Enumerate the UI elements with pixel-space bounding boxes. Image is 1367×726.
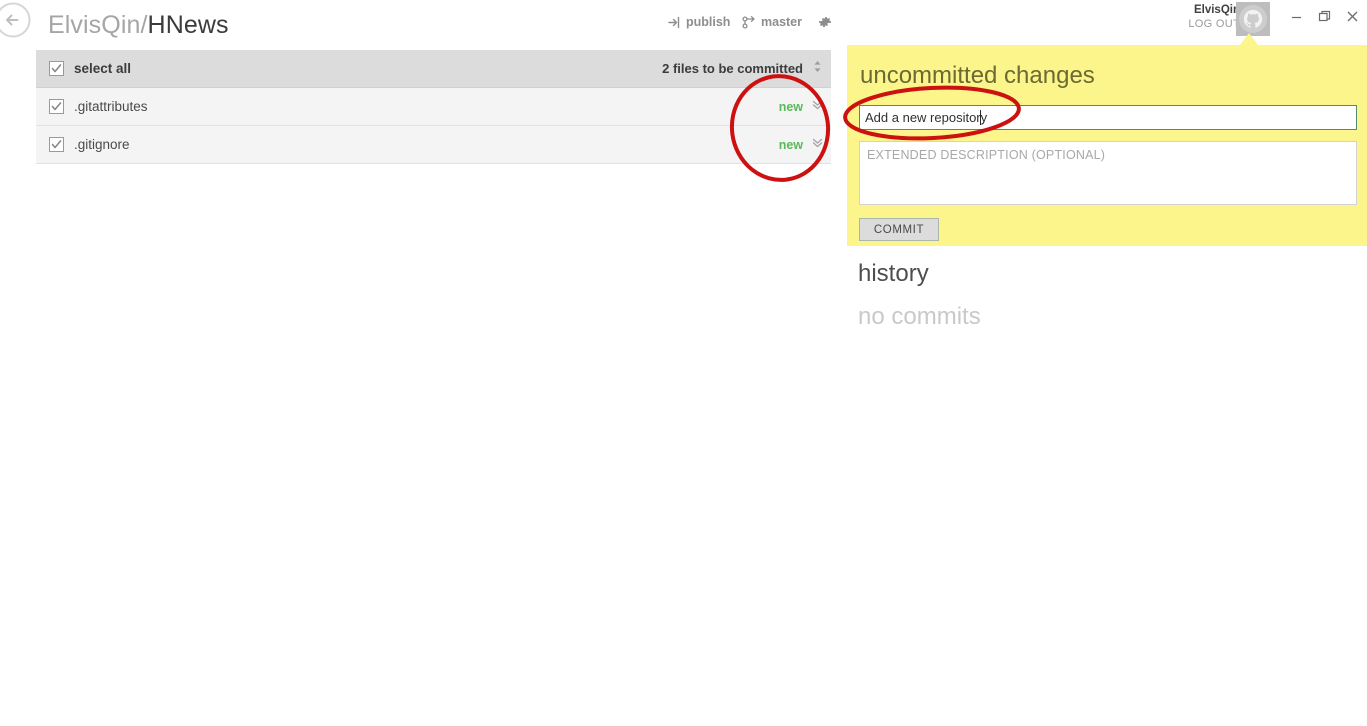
publish-label: publish (686, 15, 731, 29)
branch-label: master (761, 15, 802, 29)
changed-files-list: select all 2 files to be committed .gita… (36, 50, 831, 164)
history-title: history (858, 260, 929, 287)
commit-count-label: 2 files to be committed (662, 61, 803, 76)
file-checkbox[interactable] (49, 99, 64, 114)
back-arrow-icon[interactable] (0, 1, 32, 39)
table-row[interactable]: .gitattributes new (36, 88, 831, 126)
repo-owner: ElvisQin (48, 11, 141, 39)
logout-link[interactable]: LOG OUT (1160, 17, 1240, 31)
settings-button[interactable] (818, 15, 832, 29)
octocat-icon (1243, 9, 1263, 28)
panel-pointer-arrow (1240, 33, 1258, 45)
text-cursor (980, 110, 981, 125)
file-name: .gitignore (74, 137, 130, 152)
select-all-row[interactable]: select all 2 files to be committed (36, 50, 831, 88)
file-status-group: new (779, 98, 823, 116)
file-name: .gitattributes (74, 99, 148, 114)
publish-icon (668, 16, 681, 29)
maximize-icon[interactable] (1318, 10, 1331, 23)
branch-selector[interactable]: master (742, 15, 802, 29)
status-badge: new (778, 137, 803, 152)
file-checkbox[interactable] (49, 137, 64, 152)
history-empty-label: no commits (858, 303, 981, 330)
branch-icon (742, 15, 756, 29)
file-status-group: new (779, 136, 823, 154)
title-bar: ElvisQin/HNews publish master ElvisQin L… (0, 0, 1367, 45)
octocat-avatar[interactable] (1236, 2, 1270, 36)
page-title: ElvisQin/HNews (48, 11, 229, 40)
select-all-label: select all (74, 61, 132, 76)
chevron-double-down-icon[interactable] (812, 136, 823, 154)
select-all-checkbox[interactable] (49, 61, 64, 76)
commit-button[interactable]: COMMIT (859, 218, 939, 241)
gear-icon (818, 15, 832, 29)
uncommitted-changes-title: uncommitted changes (860, 62, 1095, 89)
sort-updown-icon[interactable] (812, 60, 823, 78)
user-name: ElvisQin (1193, 4, 1240, 16)
commit-description-input[interactable] (859, 141, 1357, 205)
uncommitted-changes-panel: uncommitted changes COMMIT (847, 45, 1367, 246)
minimize-icon[interactable] (1290, 10, 1303, 23)
chevron-double-down-icon[interactable] (812, 98, 823, 116)
publish-button[interactable]: publish (668, 15, 730, 29)
user-account[interactable]: ElvisQin LOG OUT (1160, 3, 1240, 31)
window-controls (1290, 10, 1359, 23)
commit-summary-input[interactable] (859, 105, 1357, 130)
repo-separator: / (140, 11, 148, 39)
table-row[interactable]: .gitignore new (36, 126, 831, 164)
avatar-ring (1239, 5, 1267, 33)
commit-count-group: 2 files to be committed (662, 60, 823, 78)
status-badge: new (778, 99, 803, 114)
close-icon[interactable] (1346, 10, 1359, 23)
repo-name: HNews (147, 11, 229, 39)
